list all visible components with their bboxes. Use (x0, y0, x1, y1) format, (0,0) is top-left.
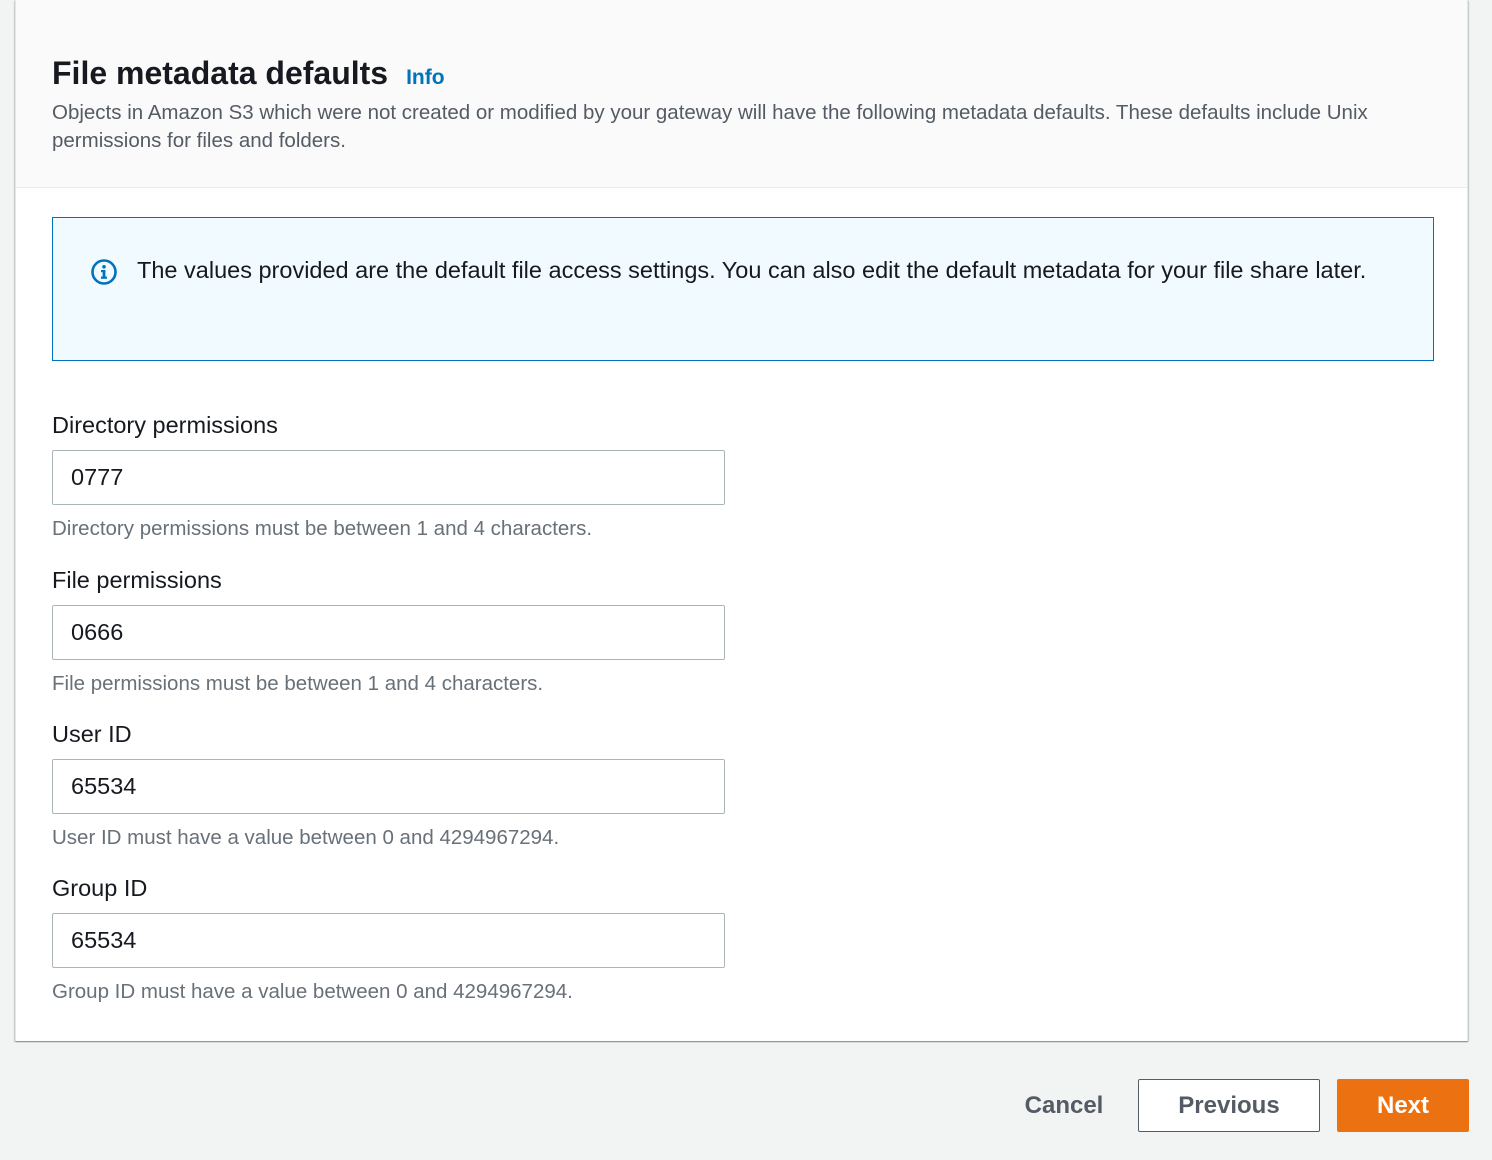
directory-permissions-input[interactable] (52, 450, 725, 505)
directory-permissions-label: Directory permissions (52, 412, 278, 438)
panel-header: File metadata defaults Info Objects in A… (16, 0, 1467, 188)
info-circle-icon (91, 259, 117, 285)
group-id-field: Group ID Group ID must have a value betw… (52, 873, 725, 1006)
alert-text: The values provided are the default file… (137, 257, 1367, 283)
user-id-input[interactable] (52, 759, 725, 814)
cancel-button[interactable]: Cancel (1004, 1079, 1124, 1132)
next-button[interactable]: Next (1337, 1079, 1469, 1132)
panel-title: File metadata defaults (52, 55, 389, 91)
file-metadata-defaults-panel: File metadata defaults Info Objects in A… (15, 0, 1468, 1041)
group-id-input[interactable] (52, 913, 725, 968)
file-permissions-hint: File permissions must be between 1 and 4… (52, 672, 544, 695)
user-id-field: User ID User ID must have a value betwee… (52, 719, 725, 852)
user-id-hint: User ID must have a value between 0 and … (52, 826, 560, 849)
panel-description: Objects in Amazon S3 which were not crea… (52, 101, 1368, 152)
file-permissions-field: File permissions File permissions must b… (52, 565, 725, 698)
directory-permissions-hint: Directory permissions must be between 1 … (52, 517, 593, 540)
directory-permissions-field: Directory permissions Directory permissi… (52, 410, 725, 543)
previous-button[interactable]: Previous (1138, 1079, 1320, 1132)
info-alert: The values provided are the default file… (52, 217, 1434, 361)
user-id-label: User ID (52, 721, 132, 747)
file-permissions-label: File permissions (52, 567, 222, 593)
title-row: File metadata defaults Info (52, 52, 445, 94)
wizard-footer: Cancel Previous Next (1004, 1079, 1469, 1132)
group-id-label: Group ID (52, 875, 148, 901)
info-link[interactable]: Info (406, 66, 444, 90)
group-id-hint: Group ID must have a value between 0 and… (52, 980, 573, 1003)
file-permissions-input[interactable] (52, 605, 725, 660)
